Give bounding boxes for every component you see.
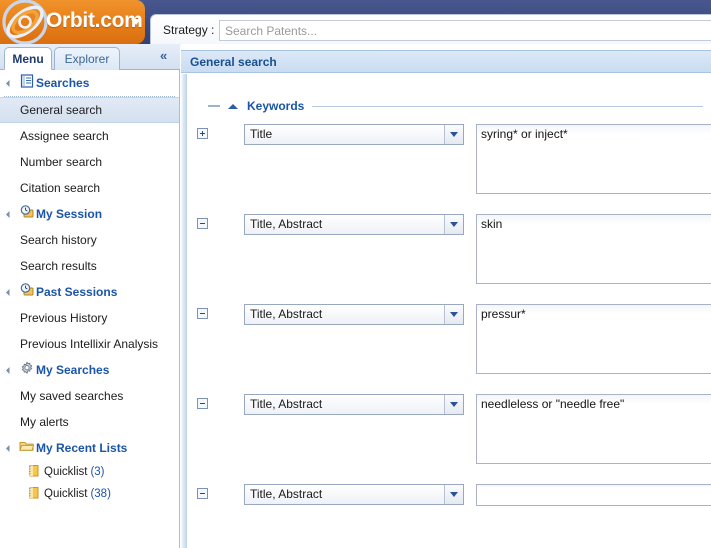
brand-logo-plate[interactable]: Orbit.com — [0, 0, 145, 44]
sidebar-tabstrip: Menu Explorer « — [0, 44, 180, 70]
collapse-minus-icon[interactable] — [197, 218, 208, 229]
strategy-label: Strategy : — [163, 23, 215, 37]
content-left-rail — [181, 74, 187, 548]
top-header-bar: Orbit.com Strategy : — [0, 0, 711, 46]
field-select[interactable]: Title, Abstract — [244, 484, 464, 505]
expand-triangle-icon — [6, 209, 17, 220]
collapse-minus-icon[interactable] — [197, 398, 208, 409]
notepad-icon — [28, 464, 44, 480]
sidebar-item-citation-search[interactable]: Citation search — [0, 175, 179, 201]
chevron-down-icon[interactable] — [444, 125, 463, 144]
brand-name: Orbit.com — [46, 9, 143, 32]
section-label: Keywords — [247, 99, 305, 113]
sidebar-navigation: Searches General search Assignee search … — [0, 70, 180, 548]
application-window: Orbit.com Strategy : Menu Explorer « — [0, 0, 711, 548]
chevron-down-icon[interactable] — [444, 305, 463, 324]
field-select[interactable]: Title, Abstract — [244, 214, 464, 235]
sublist-count: (3) — [90, 466, 105, 478]
expand-triangle-icon — [6, 78, 17, 89]
section-rule — [312, 105, 703, 107]
strategy-search-panel: Strategy : — [150, 14, 711, 46]
sidebar-group-label: Searches — [36, 76, 90, 90]
keywords-section-header: Keywords — [208, 99, 703, 113]
tab-menu[interactable]: Menu — [4, 47, 52, 70]
expand-triangle-icon — [6, 443, 17, 454]
expand-triangle-icon — [6, 287, 17, 298]
keyword-query-input[interactable] — [476, 484, 711, 506]
sidebar-collapse-icon[interactable]: « — [160, 48, 167, 63]
keyword-query-input[interactable] — [476, 124, 711, 194]
main-content-area: General search Keywords Title Title, Abst… — [181, 44, 711, 548]
sidebar-group-searches[interactable]: Searches — [0, 70, 179, 96]
sublist-label: Quicklist — [44, 488, 88, 500]
strategy-search-input[interactable] — [219, 20, 711, 41]
general-search-form: Keywords Title Title, Abstract Title, Abst… — [188, 74, 711, 548]
sidebar-item-my-saved-searches[interactable]: My saved searches — [0, 383, 179, 409]
keyword-query-input[interactable] — [476, 214, 711, 284]
gear-icon — [18, 361, 36, 380]
sidebar-group-my-searches[interactable]: My Searches — [0, 357, 179, 383]
page-title: General search — [190, 55, 277, 69]
field-select-value: Title, Abstract — [250, 397, 323, 411]
field-select[interactable]: Title, Abstract — [244, 394, 464, 415]
sidebar-group-label: My Session — [36, 207, 103, 221]
orbit-swirl-logo — [2, 0, 48, 44]
keyword-query-input[interactable] — [476, 394, 711, 464]
section-dash-icon — [208, 105, 220, 107]
sidebar-item-my-alerts[interactable]: My alerts — [0, 409, 179, 435]
sidebar-item-previous-history[interactable]: Previous History — [0, 305, 179, 331]
field-select-value: Title, Abstract — [250, 307, 323, 321]
sublist-count: (38) — [90, 488, 111, 500]
sublist-label: Quicklist — [44, 466, 88, 478]
folder-open-icon — [18, 439, 36, 458]
expand-triangle-icon — [6, 365, 17, 376]
sidebar-item-previous-intellixir-analysis[interactable]: Previous Intellixir Analysis — [0, 331, 179, 357]
triangle-up-icon[interactable] — [228, 103, 238, 109]
notepad-icon — [28, 486, 44, 502]
sidebar-group-label: My Searches — [36, 363, 110, 377]
collapse-minus-icon[interactable] — [197, 488, 208, 499]
clock-history-icon — [18, 282, 36, 302]
field-select[interactable]: Title — [244, 124, 464, 145]
collapse-minus-icon[interactable] — [197, 308, 208, 319]
tab-explorer[interactable]: Explorer — [54, 47, 120, 70]
sidebar-group-label: My Recent Lists — [36, 441, 128, 455]
sidebar-sublist-quicklist-3[interactable]: Quicklist (3) — [0, 461, 179, 483]
field-select-value: Title, Abstract — [250, 217, 323, 231]
panel-header: General search — [181, 50, 711, 73]
sidebar-group-my-session[interactable]: My Session — [0, 201, 179, 227]
sidebar-group-label: Past Sessions — [36, 285, 118, 299]
sidebar-group-past-sessions[interactable]: Past Sessions — [0, 279, 179, 305]
chevron-down-icon[interactable] — [444, 215, 463, 234]
sidebar-item-number-search[interactable]: Number search — [0, 149, 179, 175]
clock-history-icon — [18, 204, 36, 224]
sidebar-item-search-results[interactable]: Search results — [0, 253, 179, 279]
sidebar-item-search-history[interactable]: Search history — [0, 227, 179, 253]
field-select-value: Title — [250, 127, 273, 141]
sidebar-group-my-recent-lists[interactable]: My Recent Lists — [0, 435, 179, 461]
sidebar-item-general-search[interactable]: General search — [0, 97, 179, 123]
caret-down-icon[interactable] — [131, 19, 141, 25]
keyword-query-input[interactable] — [476, 304, 711, 374]
sidebar-item-assignee-search[interactable]: Assignee search — [0, 123, 179, 149]
sidebar-sublist-quicklist-38[interactable]: Quicklist (38) — [0, 483, 179, 505]
list-document-icon — [18, 73, 36, 93]
chevron-down-icon[interactable] — [444, 395, 463, 414]
chevron-down-icon[interactable] — [444, 485, 463, 504]
field-select-value: Title, Abstract — [250, 487, 323, 501]
expand-plus-icon[interactable] — [197, 128, 208, 139]
field-select[interactable]: Title, Abstract — [244, 304, 464, 325]
